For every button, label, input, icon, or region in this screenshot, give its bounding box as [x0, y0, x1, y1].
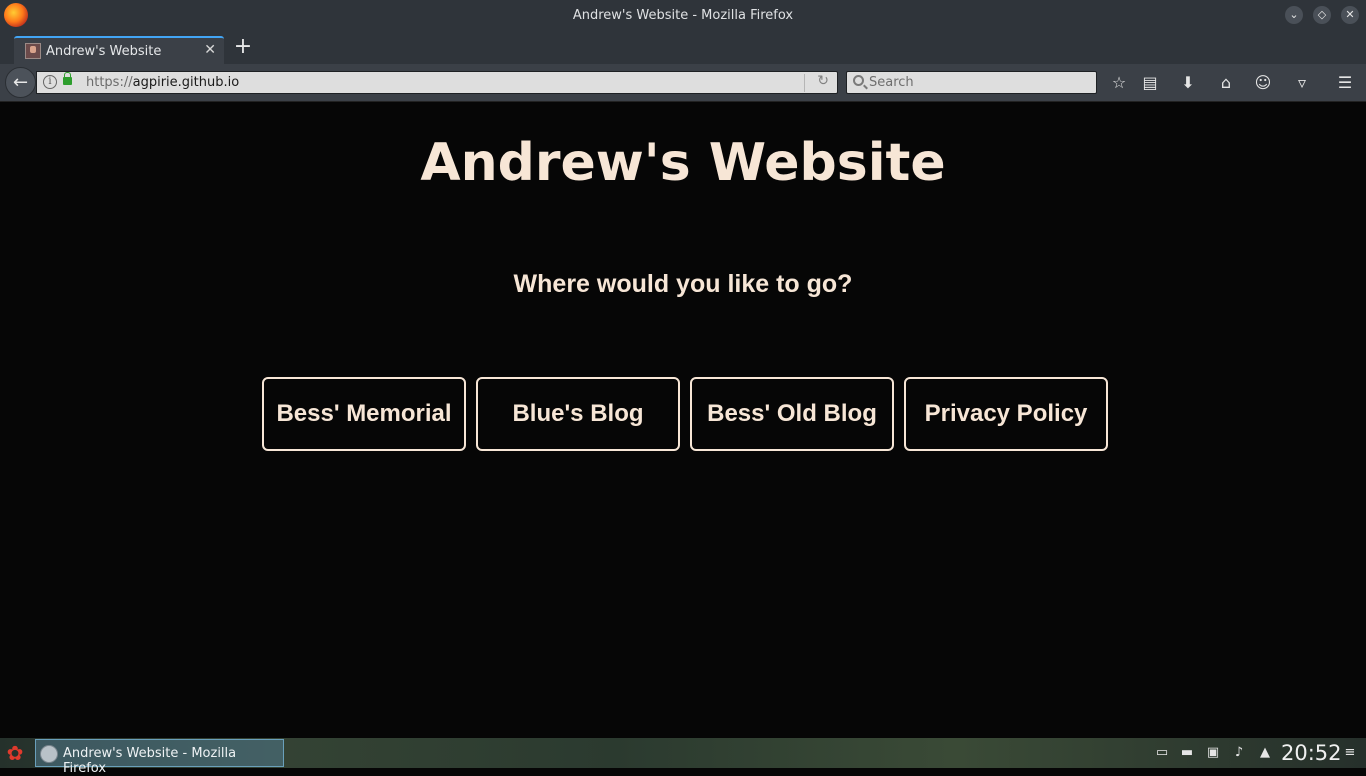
tab-label: Andrew's Website — [46, 44, 162, 59]
maximize-icon[interactable]: ◇ — [1313, 6, 1331, 24]
url-text[interactable]: https://agpirie.github.io — [86, 75, 239, 90]
site-navigation: Bess' Memorial Blue's Blog Bess' Old Blo… — [262, 377, 1108, 451]
url-bar[interactable]: i https://agpirie.github.io ↻ — [36, 71, 838, 94]
page-prompt: Where would you like to go? — [513, 270, 853, 298]
url-divider — [804, 74, 805, 92]
tab-bar: Andrew's Website ✕ + — [0, 32, 1366, 64]
application-launcher-icon[interactable]: ✿ — [3, 742, 27, 764]
tray-menu-icon[interactable]: ≡ — [1342, 745, 1358, 761]
emoji-icon[interactable]: ☺ — [1253, 73, 1273, 93]
network-icon[interactable]: ▭ — [1154, 745, 1170, 761]
site-info-icon[interactable]: i — [43, 75, 57, 89]
taskbar-task-firefox[interactable]: Andrew's Website - Mozilla Firefox — [35, 739, 284, 776]
downloads-icon[interactable]: ⬇ — [1178, 73, 1198, 93]
tab-andrews-website[interactable]: Andrew's Website ✕ — [14, 36, 224, 64]
window-titlebar: Andrew's Website - Mozilla Firefox ⌄ ◇ ✕ — [0, 0, 1366, 32]
new-tab-button[interactable]: + — [232, 36, 254, 58]
close-window-icon[interactable]: ✕ — [1341, 6, 1359, 24]
blues-blog-button[interactable]: Blue's Blog — [476, 377, 680, 451]
web-page: Andrew's Website Where would you like to… — [0, 103, 1366, 738]
volume-icon[interactable]: ♪ — [1231, 745, 1247, 761]
clipboard-icon[interactable]: ▣ — [1205, 745, 1221, 761]
page-title: Andrew's Website — [420, 133, 946, 193]
site-favicon-icon — [25, 43, 41, 59]
bookmark-star-icon[interactable]: ☆ — [1109, 73, 1129, 93]
expand-tray-icon[interactable]: ▲ — [1257, 745, 1273, 761]
pocket-icon[interactable]: ▿ — [1292, 73, 1312, 93]
bess-memorial-button[interactable]: Bess' Memorial — [262, 377, 466, 451]
url-protocol: https:// — [86, 75, 133, 90]
window-title: Andrew's Website - Mozilla Firefox — [572, 8, 794, 23]
privacy-policy-button[interactable]: Privacy Policy — [904, 377, 1108, 451]
clock[interactable]: 20:52 — [1281, 741, 1342, 765]
firefox-task-icon — [40, 745, 58, 763]
navigation-toolbar: ← i https://agpirie.github.io ↻ ☆ ▤ ⬇ ⌂ … — [0, 64, 1366, 102]
taskbar-task-label: Andrew's Website - Mozilla Firefox — [63, 746, 237, 776]
reload-icon[interactable]: ↻ — [817, 73, 829, 89]
taskbar: ✿ Andrew's Website - Mozilla Firefox ▭ ▬… — [0, 738, 1366, 776]
reading-list-icon[interactable]: ▤ — [1140, 73, 1160, 93]
search-input[interactable] — [869, 73, 1089, 92]
tab-close-icon[interactable]: ✕ — [204, 42, 216, 58]
minimize-icon[interactable]: ⌄ — [1285, 6, 1303, 24]
search-icon — [853, 75, 864, 86]
battery-icon[interactable]: ▬ — [1179, 745, 1195, 761]
home-icon[interactable]: ⌂ — [1216, 73, 1236, 93]
bess-old-blog-button[interactable]: Bess' Old Blog — [690, 377, 894, 451]
back-button[interactable]: ← — [5, 67, 36, 98]
url-host: agpirie.github.io — [132, 75, 240, 90]
hamburger-menu-icon[interactable]: ☰ — [1335, 73, 1355, 93]
secure-lock-icon[interactable] — [63, 72, 72, 85]
search-bar[interactable] — [846, 71, 1097, 94]
